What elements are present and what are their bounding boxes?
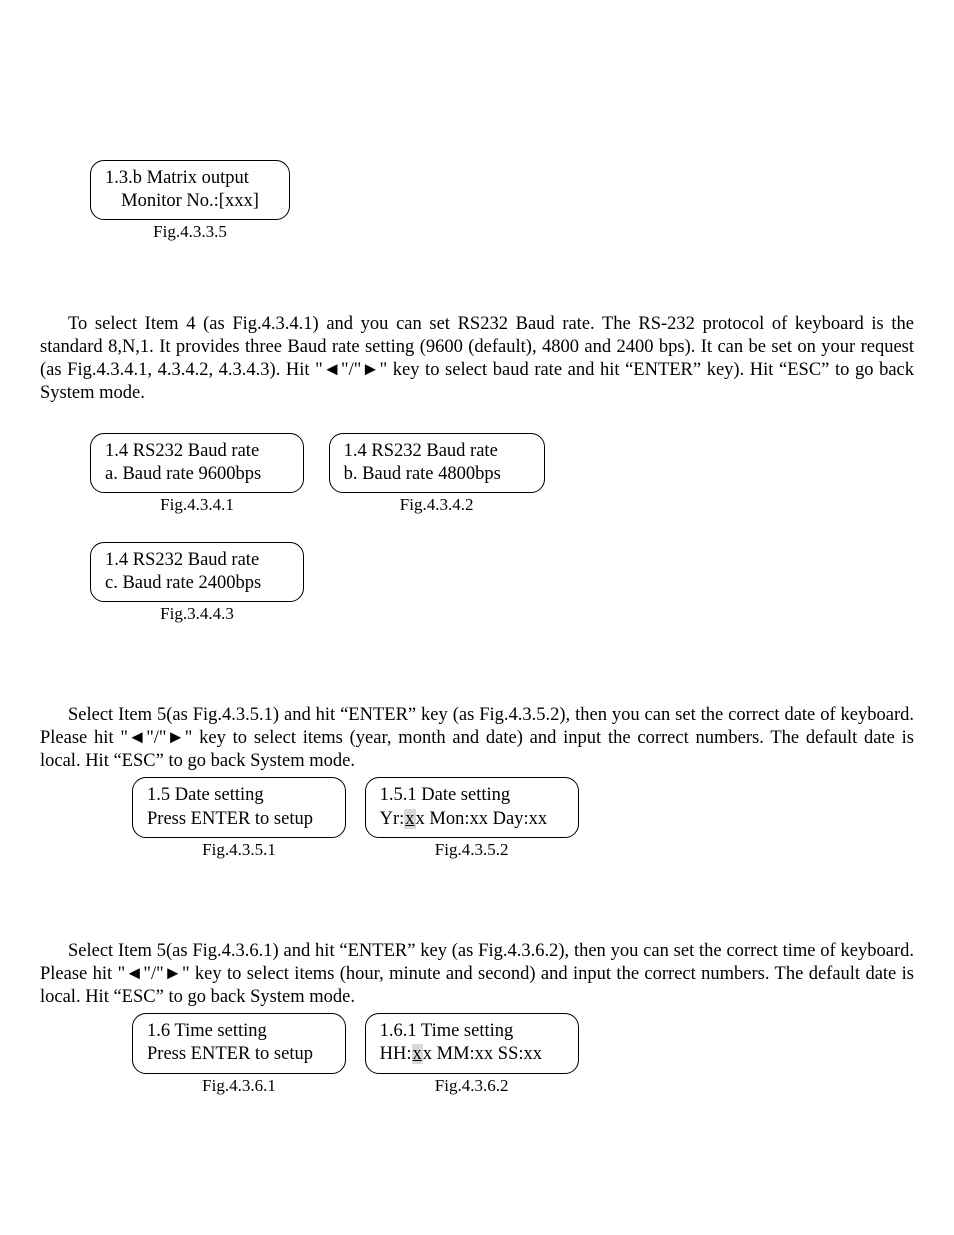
paragraph: Select Item 5(as Fig.4.3.5.1) and hit “E… bbox=[40, 704, 914, 773]
panel-line: Yr:xx Mon:xx Day:xx bbox=[380, 808, 564, 831]
panel-line: 1.4 RS232 Baud rate bbox=[105, 440, 289, 463]
panel-line: 1.4 RS232 Baud rate bbox=[105, 549, 289, 572]
panel-line: 1.3.b Matrix output bbox=[105, 167, 275, 190]
figure-caption: Fig.4.3.3.5 bbox=[90, 221, 290, 242]
figure-caption: Fig.4.3.6.1 bbox=[132, 1075, 346, 1096]
figure-caption: Fig.3.4.4.3 bbox=[90, 603, 304, 624]
figure-caption: Fig.4.3.4.1 bbox=[90, 494, 304, 515]
panel-line: 1.4 RS232 Baud rate bbox=[344, 440, 530, 463]
panel-line: b. Baud rate 4800bps bbox=[344, 463, 530, 486]
figure-caption: Fig.4.3.5.1 bbox=[132, 839, 346, 860]
panel-line: Press ENTER to setup bbox=[147, 1043, 331, 1066]
panel-line: c. Baud rate 2400bps bbox=[105, 572, 289, 595]
figure-caption: Fig.4.3.4.2 bbox=[329, 494, 545, 515]
paragraph: Select Item 5(as Fig.4.3.6.1) and hit “E… bbox=[40, 940, 914, 1009]
cursor-highlight: x bbox=[404, 809, 415, 829]
panel-line: Monitor No.:[xxx] bbox=[105, 190, 275, 213]
panel-line: HH:xx MM:xx SS:xx bbox=[380, 1043, 564, 1066]
cursor-highlight: x bbox=[412, 1044, 423, 1064]
panel-line: 1.5.1 Date setting bbox=[380, 784, 564, 807]
figure-caption: Fig.4.3.5.2 bbox=[365, 839, 579, 860]
panel-line: Press ENTER to setup bbox=[147, 808, 331, 831]
panel-line: 1.6.1 Time setting bbox=[380, 1020, 564, 1043]
panel-line: 1.6 Time setting bbox=[147, 1020, 331, 1043]
figure-caption: Fig.4.3.6.2 bbox=[365, 1075, 579, 1096]
panel-line: 1.5 Date setting bbox=[147, 784, 331, 807]
panel-line: a. Baud rate 9600bps bbox=[105, 463, 289, 486]
paragraph: To select Item 4 (as Fig.4.3.4.1) and yo… bbox=[40, 313, 914, 406]
